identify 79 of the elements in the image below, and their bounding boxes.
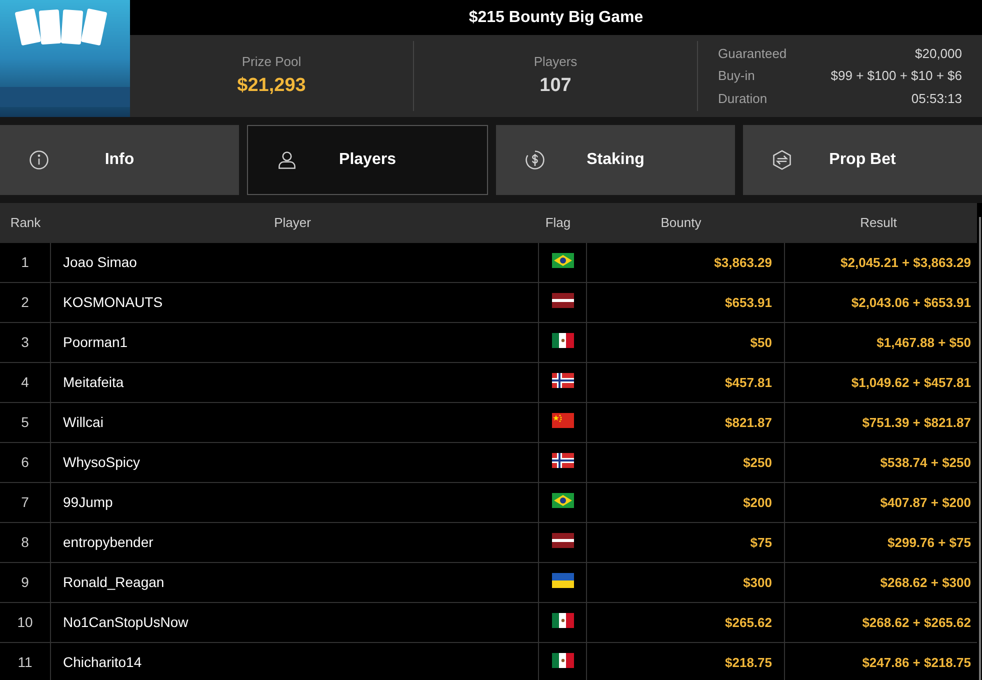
info-icon: [28, 149, 50, 171]
stat-label: Players: [534, 53, 578, 71]
player-cell: 99Jump: [51, 483, 539, 522]
result-cell-text: $407.87 + $200: [879, 494, 972, 512]
result-cell-text: $538.74 + $250: [879, 454, 972, 472]
bounty-cell: $218.75: [587, 643, 785, 680]
result-cell-text: $1,467.88 + $50: [876, 334, 972, 352]
rank-cell: 11: [0, 643, 51, 680]
hexagon-arrows-icon: [771, 149, 793, 171]
player-cell: Poorman1: [51, 323, 539, 362]
rank-cell: 5: [0, 403, 51, 442]
stat-value: 107: [540, 74, 572, 98]
detail-value: $99 + $100 + $10 + $6: [830, 67, 962, 86]
column-header: Flag: [544, 214, 572, 232]
result-cell-text: $268.62 + $300: [879, 574, 972, 592]
bounty-cell: $653.91: [587, 283, 785, 322]
latvia-flag-icon: [552, 293, 574, 308]
result-cell-text: $247.86 + $218.75: [861, 654, 972, 672]
column-header: Bounty: [660, 214, 702, 232]
result-cell-text: $299.76 + $75: [886, 534, 972, 552]
player-cell: KOSMONAUTS: [51, 283, 539, 322]
player-cell: Willcai: [51, 403, 539, 442]
stat-label: Prize Pool: [242, 53, 302, 71]
player-cell: No1CanStopUsNow: [51, 603, 539, 642]
bounty-cell: $300: [587, 563, 785, 602]
player-cell: WhysoSpicy: [51, 443, 539, 482]
detail-value: 05:53:13: [911, 90, 962, 108]
rank-cell: 2: [0, 283, 51, 322]
ukraine-flag-icon: [552, 573, 574, 588]
dollar-coin-icon: [524, 149, 546, 171]
rank-cell: 10: [0, 603, 51, 642]
tournament-title: $215 Bounty Big Game: [468, 8, 644, 28]
result-cell-text: $268.62 + $265.62: [861, 614, 972, 632]
norway-flag-icon: [552, 373, 574, 388]
player-cell: Meitafeita: [51, 363, 539, 402]
column-header: Result: [859, 214, 898, 232]
bounty-cell: $457.81: [587, 363, 785, 402]
rank-cell: 1: [0, 243, 51, 282]
detail-label: Guaranteed: [718, 44, 787, 63]
rank-cell: 3: [0, 323, 51, 362]
result-cell-text: $2,043.06 + $653.91: [850, 294, 972, 312]
detail-label: Duration: [718, 90, 768, 108]
detail-label: Buy-in: [718, 67, 755, 86]
tab[interactable]: Prop Bet: [743, 125, 982, 195]
user-icon: [276, 149, 298, 171]
latvia-flag-icon: [552, 533, 574, 548]
player-cell: Joao Simao: [51, 243, 539, 282]
rank-cell: 6: [0, 443, 51, 482]
tab[interactable]: Staking: [496, 125, 735, 195]
mexico-flag-icon: [552, 653, 574, 668]
brazil-flag-icon: [552, 493, 574, 508]
result-cell-text: $2,045.21 + $3,863.29: [840, 254, 972, 272]
rank-cell: 7: [0, 483, 51, 522]
column-header: Rank: [9, 214, 42, 232]
result-cell-text: $1,049.62 + $457.81: [850, 374, 972, 392]
player-cell: Ronald_Reagan: [51, 563, 539, 602]
rank-cell: 8: [0, 523, 51, 562]
result-cell-text: $751.39 + $821.87: [861, 414, 972, 432]
tab[interactable]: Info: [0, 125, 239, 195]
player-cell: Chicharito14: [51, 643, 539, 680]
norway-flag-icon: [552, 453, 574, 468]
bounty-cell: $50: [587, 323, 785, 362]
bounty-cell: $3,863.29: [587, 243, 785, 282]
mexico-flag-icon: [552, 613, 574, 628]
bounty-cell: $265.62: [587, 603, 785, 642]
china-flag-icon: [552, 413, 574, 428]
rank-cell: 4: [0, 363, 51, 402]
bounty-cell: $200: [587, 483, 785, 522]
stat-value: $21,293: [237, 74, 306, 98]
detail-value: $20,000: [915, 44, 962, 63]
bounty-cell: $75: [587, 523, 785, 562]
column-header: Player: [273, 214, 312, 232]
rank-cell: 9: [0, 563, 51, 602]
bounty-cell: $821.87: [587, 403, 785, 442]
player-cell: entropybender: [51, 523, 539, 562]
bounty-cell: $250: [587, 443, 785, 482]
brazil-flag-icon: [552, 253, 574, 268]
tab[interactable]: Players: [247, 125, 488, 195]
mexico-flag-icon: [552, 333, 574, 348]
